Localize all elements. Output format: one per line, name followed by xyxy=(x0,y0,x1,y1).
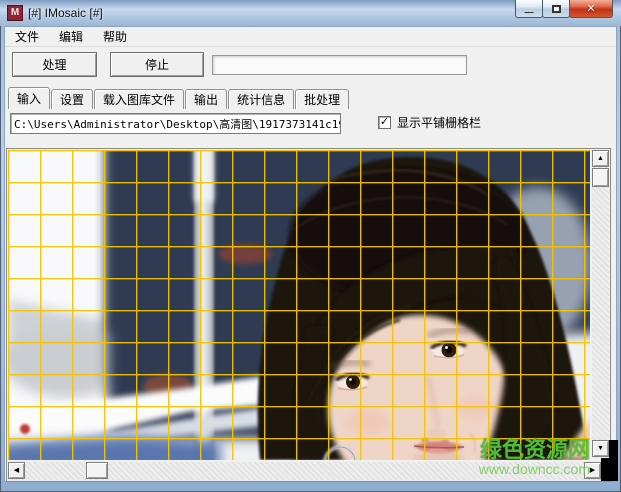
menu-edit[interactable]: 编辑 xyxy=(49,27,93,47)
stop-button[interactable]: 停止 xyxy=(110,52,204,77)
minimize-button[interactable]: — xyxy=(515,0,543,18)
scroll-down-button[interactable]: ▼ xyxy=(592,440,609,457)
menu-bar: 文件 编辑 帮助 xyxy=(5,27,616,47)
watermark-site-name: 绿色资源网 xyxy=(479,437,590,462)
close-button[interactable]: ✕ xyxy=(569,0,613,18)
tab-settings[interactable]: 设置 xyxy=(51,89,94,109)
tab-output[interactable]: 输出 xyxy=(185,89,228,109)
process-button[interactable]: 处理 xyxy=(12,52,97,77)
preview-image xyxy=(8,150,590,460)
app-logo-icon: M xyxy=(7,5,23,21)
image-path-input[interactable]: C:\Users\Administrator\Desktop\高清图\19173… xyxy=(10,113,341,134)
scroll-up-button[interactable]: ▲ xyxy=(592,150,609,167)
right-arrow-icon: ▶ xyxy=(589,467,596,474)
menu-help[interactable]: 帮助 xyxy=(93,27,137,47)
tab-load-library-file[interactable]: 载入图库文件 xyxy=(94,89,185,109)
window-title: [#] IMosaic [#] xyxy=(28,6,103,20)
vertical-scroll-thumb[interactable] xyxy=(592,168,609,187)
title-bar[interactable]: M [#] IMosaic [#] — ✕ xyxy=(0,0,621,26)
scroll-left-button[interactable]: ◀ xyxy=(8,462,25,479)
maximize-icon xyxy=(551,4,561,13)
vertical-scrollbar[interactable]: ▲ ▼ xyxy=(592,150,609,458)
tab-statistics[interactable]: 统计信息 xyxy=(228,89,295,109)
down-arrow-icon: ▼ xyxy=(597,445,604,452)
horizontal-scroll-thumb[interactable] xyxy=(86,462,108,479)
tab-batch-process[interactable]: 批处理 xyxy=(295,89,350,109)
progress-bar xyxy=(212,55,467,75)
watermark-url: www.downcc.com xyxy=(478,461,590,477)
up-arrow-icon: ▲ xyxy=(597,155,604,162)
minimize-icon: — xyxy=(524,6,534,17)
tab-input[interactable]: 输入 xyxy=(8,87,51,109)
imosaic-window: M [#] IMosaic [#] — ✕ 文件 编辑 帮助 处理 停止 输入 … xyxy=(0,0,621,492)
close-icon: ✕ xyxy=(586,3,596,15)
maximize-button[interactable] xyxy=(542,0,570,18)
show-grid-checkbox[interactable]: ✓ 显示平铺栅格栏 xyxy=(378,114,481,131)
checkbox-check-icon[interactable]: ✓ xyxy=(378,116,391,129)
left-arrow-icon: ◀ xyxy=(13,467,20,474)
menu-file[interactable]: 文件 xyxy=(5,27,49,47)
grid-overlay xyxy=(8,150,590,460)
tab-strip: 输入 设置 载入图库文件 输出 统计信息 批处理 xyxy=(8,87,350,109)
window-controls: — ✕ xyxy=(515,0,613,18)
show-grid-checkbox-label: 显示平铺栅格栏 xyxy=(397,116,482,130)
